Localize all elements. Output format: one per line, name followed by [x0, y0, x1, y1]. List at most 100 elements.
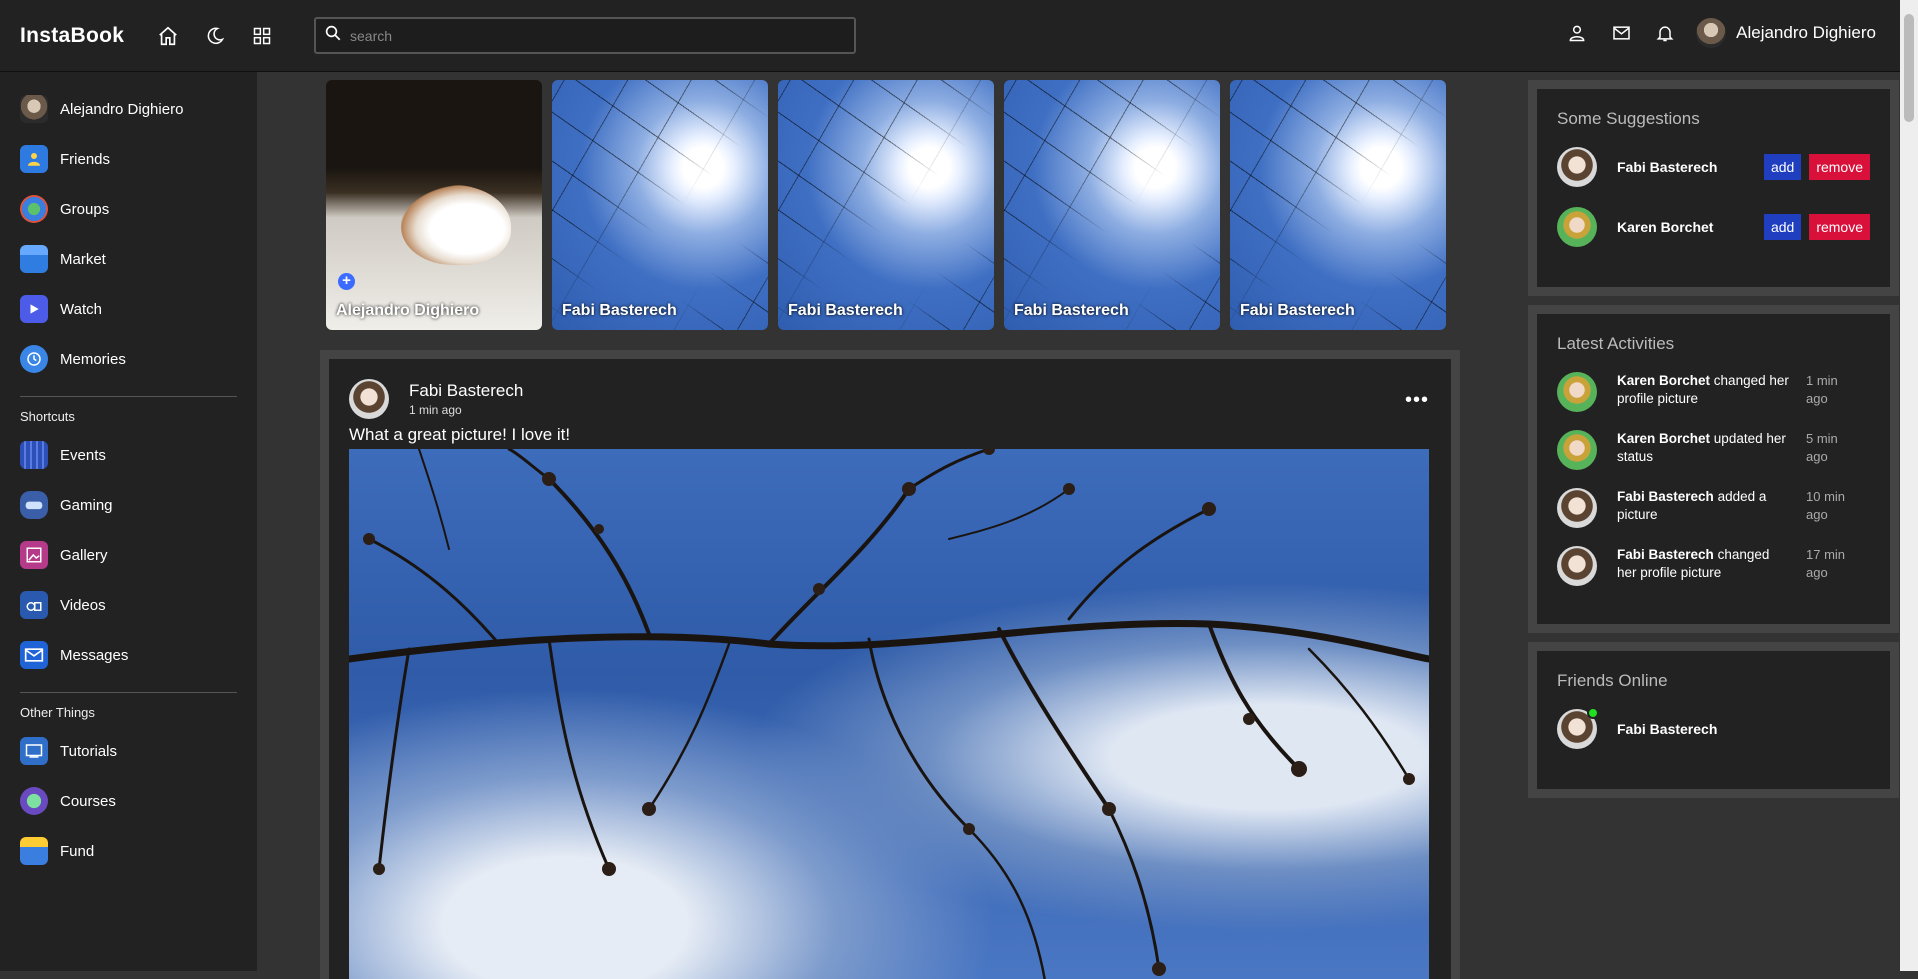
home-icon[interactable]	[155, 23, 181, 49]
post-author: Fabi Basterech 1 min ago	[409, 381, 523, 417]
sidebar-item-label: Fund	[60, 842, 95, 860]
story-card[interactable]: Fabi Basterech	[1004, 80, 1220, 330]
memories-icon	[20, 345, 48, 373]
page-scrollbar[interactable]	[1900, 0, 1918, 971]
header-actions: Alejandro Dighiero	[1564, 18, 1876, 48]
online-friend-name[interactable]: Fabi Basterech	[1617, 721, 1870, 737]
activity-user[interactable]: Karen Borchet	[1617, 373, 1710, 388]
sidebar-item-label: Tutorials	[60, 742, 117, 760]
avatar	[20, 95, 48, 123]
avatar[interactable]	[1557, 488, 1597, 528]
sidebar-item-memories[interactable]: Memories	[0, 334, 257, 384]
friends-icon	[20, 145, 48, 173]
top-navbar: InstaBook Alejandro Dighiero	[0, 0, 1900, 72]
sidebar-heading-other: Other Things	[20, 705, 95, 720]
sidebar-item-friends[interactable]: Friends	[0, 134, 257, 184]
add-friend-button[interactable]: add	[1763, 214, 1802, 240]
sidebar-item-label: Videos	[60, 596, 106, 614]
person-icon[interactable]	[1564, 20, 1590, 46]
header-user-name: Alejandro Dighiero	[1736, 23, 1876, 42]
avatar[interactable]	[1557, 430, 1597, 470]
events-icon	[20, 441, 48, 469]
remove-suggestion-button[interactable]: remove	[1809, 214, 1870, 240]
activity-user[interactable]: Karen Borchet	[1617, 431, 1710, 446]
sidebar-item-events[interactable]: Events	[0, 430, 257, 480]
user-menu[interactable]: Alejandro Dighiero	[1696, 18, 1876, 48]
post-image[interactable]	[349, 449, 1429, 979]
post-header: Fabi Basterech 1 min ago	[349, 379, 1431, 419]
suggestion-name[interactable]: Karen Borchet	[1617, 219, 1756, 235]
suggestions-panel: Some Suggestions Fabi Basterech add remo…	[1528, 80, 1899, 296]
remove-suggestion-button[interactable]: remove	[1809, 154, 1870, 180]
panel-title: Some Suggestions	[1557, 109, 1700, 128]
sidebar-item-label: Friends	[60, 150, 111, 168]
sidebar-item-videos[interactable]: Videos	[0, 580, 257, 630]
avatar[interactable]	[1557, 372, 1597, 412]
sidebar-item-gallery[interactable]: Gallery	[0, 530, 257, 580]
sidebar-item-label: Market	[60, 250, 106, 268]
main-feed: + Alejandro Dighiero Fabi Basterech Fabi…	[320, 80, 1460, 979]
dark-mode-icon[interactable]	[202, 23, 228, 49]
groups-icon	[20, 195, 48, 223]
friends-online-panel: Friends Online Fabi Basterech	[1528, 642, 1899, 798]
mail-icon[interactable]	[1608, 20, 1634, 46]
sidebar-item-label: Groups	[60, 200, 110, 218]
scrollbar-thumb[interactable]	[1904, 14, 1914, 122]
avatar[interactable]	[1557, 546, 1597, 586]
activity-time: 10 min ago	[1806, 489, 1846, 522]
search-input[interactable]	[350, 27, 830, 44]
sidebar-item-label: Alejandro Dighiero	[60, 100, 184, 118]
story-card[interactable]: + Alejandro Dighiero	[326, 80, 542, 330]
sidebar-item-courses[interactable]: Courses	[0, 776, 257, 826]
story-name: Fabi Basterech	[788, 302, 903, 319]
sidebar-item-label: Events	[60, 446, 106, 464]
sidebar-item-watch[interactable]: Watch	[0, 284, 257, 334]
add-story-icon[interactable]: +	[338, 273, 355, 290]
activity-user[interactable]: Fabi Basterech	[1617, 489, 1714, 504]
more-dots-icon[interactable]: •••	[1405, 389, 1429, 412]
sidebar-item-label: Watch	[60, 300, 102, 318]
avatar[interactable]	[1557, 207, 1597, 247]
panel-title: Friends Online	[1557, 671, 1668, 690]
story-card[interactable]: Fabi Basterech	[1230, 80, 1446, 330]
gaming-icon	[20, 491, 48, 519]
post-author-name[interactable]: Fabi Basterech	[409, 381, 523, 401]
activity-item: Fabi Basterech added a picture 10 min ag…	[1557, 488, 1870, 528]
watch-icon	[20, 295, 48, 323]
avatar[interactable]	[1557, 147, 1597, 187]
sidebar-item-market[interactable]: Market	[0, 234, 257, 284]
panel-title: Latest Activities	[1557, 334, 1675, 353]
search-box	[314, 17, 856, 54]
add-friend-button[interactable]: add	[1763, 154, 1802, 180]
sidebar-divider	[20, 396, 237, 397]
sidebar-item-label: Gaming	[60, 496, 113, 514]
sidebar-item-label: Memories	[60, 350, 126, 368]
activity-time: 5 min ago	[1806, 431, 1838, 464]
activity-item: Fabi Basterech changed her profile pictu…	[1557, 546, 1870, 586]
story-name: Fabi Basterech	[562, 302, 677, 319]
sidebar-item-messages[interactable]: Messages	[0, 630, 257, 680]
post-card: Fabi Basterech 1 min ago ••• What a grea…	[329, 359, 1451, 979]
app-logo[interactable]: InstaBook	[20, 24, 124, 48]
online-friend-row[interactable]: Fabi Basterech	[1557, 707, 1870, 749]
sidebar-item-profile[interactable]: Alejandro Dighiero	[0, 84, 257, 134]
videos-icon	[20, 591, 48, 619]
sidebar-item-fund[interactable]: Fund	[0, 826, 257, 876]
story-name: Fabi Basterech	[1240, 302, 1355, 319]
sidebar-item-groups[interactable]: Groups	[0, 184, 257, 234]
sidebar-item-gaming[interactable]: Gaming	[0, 480, 257, 530]
avatar[interactable]	[349, 379, 389, 419]
messages-icon	[20, 641, 48, 669]
online-status-icon	[1587, 707, 1599, 719]
activity-user[interactable]: Fabi Basterech	[1617, 547, 1714, 562]
story-card[interactable]: Fabi Basterech	[552, 80, 768, 330]
suggestion-row: Fabi Basterech add remove	[1557, 147, 1870, 187]
sidebar-divider	[20, 692, 237, 693]
apps-grid-icon[interactable]	[249, 23, 275, 49]
gallery-icon	[20, 541, 48, 569]
market-icon	[20, 245, 48, 273]
sidebar-item-tutorials[interactable]: Tutorials	[0, 726, 257, 776]
story-card[interactable]: Fabi Basterech	[778, 80, 994, 330]
suggestion-name[interactable]: Fabi Basterech	[1617, 159, 1756, 175]
bell-icon[interactable]	[1652, 20, 1678, 46]
